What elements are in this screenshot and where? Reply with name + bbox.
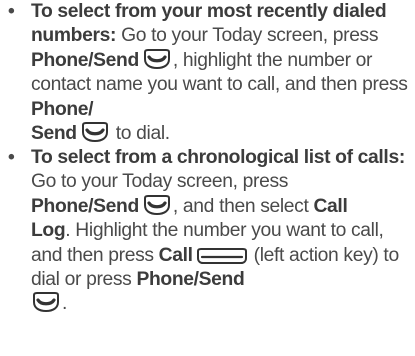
- list-item: • To select from a chronological list of…: [8, 146, 412, 317]
- bullet: •: [8, 147, 15, 168]
- phone-send-key-label: Phone/Send: [136, 269, 245, 291]
- list-item: • To select from your most recently dial…: [8, 0, 412, 146]
- phone-send-key-icon: [142, 48, 172, 69]
- call-log-label: Log: [31, 220, 66, 242]
- phone-send-key-label: Phone/: [31, 98, 94, 120]
- phone-send-key-icon: [80, 122, 110, 143]
- document-page: • To select from your most recently dial…: [0, 0, 415, 356]
- list-item-text: To select from a chronological list of c…: [31, 146, 412, 317]
- bullet: •: [8, 1, 15, 22]
- list-item-text: To select from your most recently dialed…: [31, 0, 412, 146]
- call-key-label: Call: [158, 244, 193, 266]
- left-action-key-icon: [196, 247, 248, 264]
- phone-send-key-label: Phone/Send: [31, 195, 139, 217]
- phone-send-key-icon: [142, 194, 172, 215]
- phone-send-key-icon: [31, 292, 61, 313]
- body-text: , and then select: [172, 195, 314, 217]
- phone-send-key-label: Send: [31, 123, 77, 145]
- item-lead-heading: To select from a chronological list of c…: [31, 147, 405, 168]
- body-text: .: [62, 293, 68, 315]
- body-text: to dial.: [110, 123, 170, 145]
- body-text: Go to your Today screen, press: [116, 25, 379, 47]
- phone-send-key-label: Phone/Send: [31, 49, 139, 71]
- call-log-label: Call: [313, 195, 348, 217]
- body-text: Go to your Today screen, press: [31, 171, 289, 193]
